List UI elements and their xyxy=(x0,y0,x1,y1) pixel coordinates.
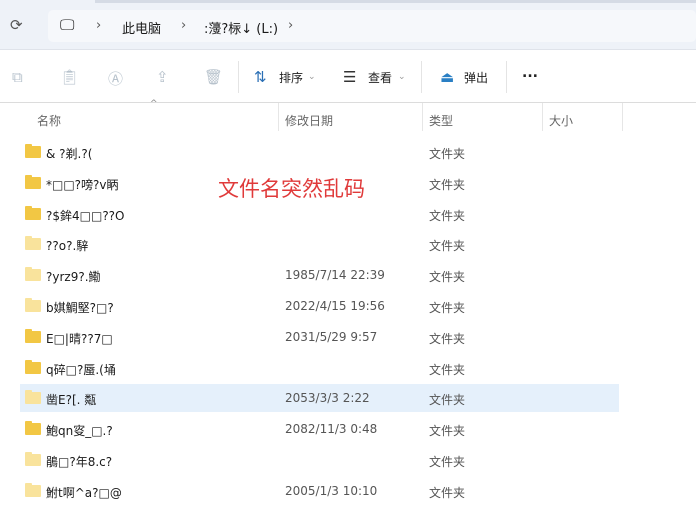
folder-icon xyxy=(25,482,41,497)
folder-icon xyxy=(25,174,41,189)
column-date[interactable]: 修改日期 xyxy=(285,112,333,129)
file-name: ??o?.騂 xyxy=(46,239,89,254)
file-date: 2022/4/15 19:56 xyxy=(285,299,385,313)
folder-icon xyxy=(25,328,41,343)
file-row[interactable]: 鮒t啊^a?□@ 2005/1/3 10:10 文件夹 xyxy=(20,477,619,505)
chevron-right-icon[interactable]: › xyxy=(181,18,186,33)
window-edge xyxy=(95,0,696,3)
file-row[interactable]: 鮑qn叜_□.? 2082/11/3 0:48 文件夹 xyxy=(20,415,619,443)
file-date: 2053/3/3 2:22 xyxy=(285,391,370,406)
folder-icon xyxy=(25,359,41,374)
computer-icon[interactable]: 🖵 xyxy=(60,16,74,34)
refresh-icon[interactable]: ⟳ xyxy=(10,16,23,34)
file-date: 2005/1/3 10:10 xyxy=(285,483,378,498)
eject-icon[interactable]: ⏏ xyxy=(440,68,454,86)
folder-icon xyxy=(25,236,41,251)
folder-icon xyxy=(25,390,41,405)
file-type: 文件夹 xyxy=(429,208,466,223)
file-name: b娸鯛堅?□? xyxy=(46,301,114,315)
file-name: 鮑qn叜_□.? xyxy=(46,424,113,439)
navigation-bar: ⟳ 🖵 › 此电脑 › :薓?柡↓ (L:) › xyxy=(0,0,696,50)
column-headers: ^ 名称 修改日期 类型 大小 xyxy=(0,99,696,133)
file-name: q碎□?蜃.(埇 xyxy=(46,362,116,377)
address-bar[interactable]: 🖵 › 此电脑 › :薓?柡↓ (L:) › xyxy=(48,10,696,42)
file-row[interactable]: & ?剃.?( 文件夹 xyxy=(20,138,619,166)
sort-ascending-icon: ^ xyxy=(150,99,158,109)
copy-icon[interactable]: ⧉ xyxy=(12,68,23,86)
breadcrumb-drive[interactable]: :薓?柡↓ (L:) xyxy=(204,18,278,37)
divider xyxy=(506,61,507,93)
file-type: 文件夹 xyxy=(429,485,466,500)
file-row[interactable]: q碎□?蜃.(埇 文件夹 xyxy=(20,354,619,382)
folder-icon xyxy=(25,144,41,158)
divider xyxy=(238,61,239,93)
file-date: 2031/5/29 9:57 xyxy=(285,329,378,344)
divider[interactable] xyxy=(278,103,279,131)
file-type: 文件夹 xyxy=(429,301,466,315)
divider xyxy=(421,61,422,93)
file-type: 文件夹 xyxy=(429,424,466,439)
file-name: ?$鉾4□□??O xyxy=(46,208,125,223)
file-name: ?yrz9?.鰳 xyxy=(46,270,101,285)
command-bar: ⧉ 📋︎ Ⓐ ⇪ 🗑︎ ⇅ 排序 ⌄ ☰ 查看 ⌄ ⏏ 弹出 ... xyxy=(0,51,696,103)
file-row[interactable]: E□|晴??7□ 2031/5/29 9:57 文件夹 xyxy=(20,323,619,351)
file-row[interactable]: 鵑□?年8.c? 文件夹 xyxy=(20,446,619,474)
sort-button[interactable]: 排序 xyxy=(279,69,303,86)
rename-icon[interactable]: Ⓐ xyxy=(108,68,123,89)
share-icon[interactable]: ⇪ xyxy=(156,68,169,86)
chevron-right-icon[interactable]: › xyxy=(288,18,293,33)
breadcrumb-this-pc[interactable]: 此电脑 xyxy=(122,18,161,37)
file-row[interactable]: 凿E?[. 甐 2053/3/3 2:22 文件夹 xyxy=(20,384,619,413)
view-button[interactable]: 查看 xyxy=(368,69,392,86)
file-row[interactable]: b娸鯛堅?□? 2022/4/15 19:56 文件夹 xyxy=(20,292,619,320)
folder-icon xyxy=(25,205,41,220)
chevron-down-icon[interactable]: ⌄ xyxy=(398,72,406,82)
divider[interactable] xyxy=(422,103,423,131)
annotation-text: 文件名突然乱码 xyxy=(218,177,365,201)
view-icon[interactable]: ☰ xyxy=(343,68,356,86)
delete-icon[interactable]: 🗑︎ xyxy=(204,68,223,86)
file-type: 文件夹 xyxy=(429,331,466,346)
file-row[interactable]: ?$鉾4□□??O 文件夹 xyxy=(20,200,619,228)
file-name: 鵑□?年8.c? xyxy=(46,455,113,469)
file-type: 文件夹 xyxy=(429,362,466,377)
folder-icon xyxy=(25,298,41,312)
file-name: E□|晴??7□ xyxy=(46,331,113,346)
folder-icon xyxy=(25,267,41,282)
divider[interactable] xyxy=(542,103,543,131)
eject-button[interactable]: 弹出 xyxy=(464,69,488,86)
file-name: 鮒t啊^a?□@ xyxy=(46,485,122,500)
file-type: 文件夹 xyxy=(429,147,466,161)
paste-icon[interactable]: 📋︎ xyxy=(60,68,79,86)
file-date: 1985/7/14 22:39 xyxy=(285,268,385,283)
divider[interactable] xyxy=(622,103,623,131)
folder-icon xyxy=(25,421,41,436)
column-name[interactable]: 名称 xyxy=(37,112,61,129)
file-date: 2082/11/3 0:48 xyxy=(285,422,378,437)
file-name: *□□?嗙?v眪 xyxy=(46,177,119,192)
file-name: & ?剃.?( xyxy=(46,147,93,161)
chevron-down-icon[interactable]: ⌄ xyxy=(308,72,316,82)
file-type: 文件夹 xyxy=(429,239,466,254)
file-type: 文件夹 xyxy=(429,393,466,408)
more-options-button[interactable]: ... xyxy=(522,65,538,81)
folder-icon xyxy=(25,452,41,466)
file-type: 文件夹 xyxy=(429,455,466,469)
column-size[interactable]: 大小 xyxy=(549,112,573,129)
column-type[interactable]: 类型 xyxy=(429,112,453,129)
file-name: 凿E?[. 甐 xyxy=(46,393,97,408)
file-type: 文件夹 xyxy=(429,177,466,192)
file-row[interactable]: ??o?.騂 文件夹 xyxy=(20,230,619,258)
sort-icon[interactable]: ⇅ xyxy=(254,68,267,86)
file-type: 文件夹 xyxy=(429,270,466,285)
chevron-right-icon[interactable]: › xyxy=(96,18,101,33)
file-row[interactable]: ?yrz9?.鰳 1985/7/14 22:39 文件夹 xyxy=(20,261,619,289)
